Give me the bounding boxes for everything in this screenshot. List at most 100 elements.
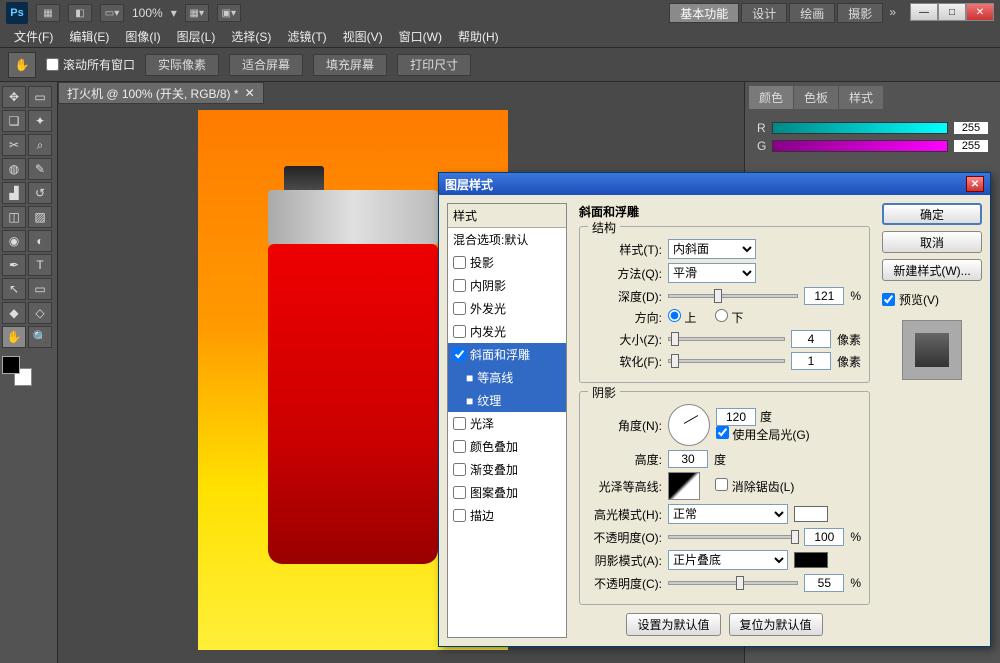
- blur-tool[interactable]: ◉: [2, 230, 26, 252]
- pen-tool[interactable]: ✒: [2, 254, 26, 276]
- menu-file[interactable]: 文件(F): [8, 26, 59, 47]
- hilite-mode-select[interactable]: 正常: [668, 504, 788, 524]
- shadow-color-swatch[interactable]: [794, 552, 828, 568]
- print-size-button[interactable]: 打印尺寸: [397, 54, 471, 76]
- dialog-close-button[interactable]: ✕: [966, 176, 984, 192]
- minibridge-icon[interactable]: ◧: [68, 4, 92, 22]
- style-row-斜面和浮雕[interactable]: 斜面和浮雕: [448, 343, 566, 366]
- marquee-tool[interactable]: ▭: [28, 86, 52, 108]
- workspace-photo[interactable]: 摄影: [837, 3, 883, 23]
- shadow-opac-slider[interactable]: [668, 581, 798, 585]
- preview-checkbox[interactable]: 预览(V): [882, 291, 982, 308]
- workspace-design[interactable]: 设计: [741, 3, 787, 23]
- angle-input[interactable]: [716, 408, 756, 426]
- dodge-tool[interactable]: ◐: [28, 230, 52, 252]
- stamp-tool[interactable]: ▟: [2, 182, 26, 204]
- menu-filter[interactable]: 滤镜(T): [281, 26, 332, 47]
- style-row-颜色叠加[interactable]: 颜色叠加: [448, 435, 566, 458]
- workspace-more-icon[interactable]: »: [885, 3, 900, 23]
- menu-help[interactable]: 帮助(H): [452, 26, 505, 47]
- fill-screen-button[interactable]: 填充屏幕: [313, 54, 387, 76]
- dir-up-radio[interactable]: 上: [668, 309, 696, 326]
- zoom-tool[interactable]: 🔍: [28, 326, 52, 348]
- brush-tool[interactable]: ✎: [28, 158, 52, 180]
- gloss-contour[interactable]: [668, 472, 700, 500]
- antialias-checkbox[interactable]: 消除锯齿(L): [715, 478, 794, 495]
- workspace-basic[interactable]: 基本功能: [669, 3, 739, 23]
- style-row-内发光[interactable]: 内发光: [448, 320, 566, 343]
- hilite-opac-input[interactable]: [804, 528, 844, 546]
- tab-close-icon[interactable]: ✕: [245, 86, 255, 100]
- tab-swatches[interactable]: 色板: [794, 86, 838, 109]
- move-tool[interactable]: ✥: [2, 86, 26, 108]
- dialog-titlebar[interactable]: 图层样式 ✕: [439, 173, 990, 195]
- ok-button[interactable]: 确定: [882, 203, 982, 225]
- view-extras-icon[interactable]: ▭▾: [100, 4, 124, 22]
- bridge-icon[interactable]: ▦: [36, 4, 60, 22]
- dir-down-radio[interactable]: 下: [715, 309, 743, 326]
- size-input[interactable]: [791, 330, 831, 348]
- style-row-纹理[interactable]: ■ 纹理: [448, 389, 566, 412]
- g-value[interactable]: 255: [954, 140, 988, 152]
- row-blend-options[interactable]: 混合选项:默认: [448, 228, 566, 251]
- style-row-外发光[interactable]: 外发光: [448, 297, 566, 320]
- eraser-tool[interactable]: ◫: [2, 206, 26, 228]
- menu-select[interactable]: 选择(S): [225, 26, 277, 47]
- history-brush-tool[interactable]: ↺: [28, 182, 52, 204]
- style-row-投影[interactable]: 投影: [448, 251, 566, 274]
- soften-slider[interactable]: [668, 359, 785, 363]
- depth-slider[interactable]: [668, 294, 798, 298]
- r-slider[interactable]: [772, 122, 948, 134]
- document-tab[interactable]: 打火机 @ 100% (开关, RGB/8) * ✕: [58, 82, 264, 104]
- gradient-tool[interactable]: ▨: [28, 206, 52, 228]
- menu-window[interactable]: 窗口(W): [393, 26, 448, 47]
- workspace-paint[interactable]: 绘画: [789, 3, 835, 23]
- minimize-button[interactable]: —: [910, 3, 938, 21]
- global-light-checkbox[interactable]: 使用全局光(G): [716, 428, 810, 442]
- new-style-button[interactable]: 新建样式(W)...: [882, 259, 982, 281]
- reset-default-button[interactable]: 复位为默认值: [729, 613, 823, 636]
- style-row-内阴影[interactable]: 内阴影: [448, 274, 566, 297]
- style-row-渐变叠加[interactable]: 渐变叠加: [448, 458, 566, 481]
- style-row-等高线[interactable]: ■ 等高线: [448, 366, 566, 389]
- eyedropper-tool[interactable]: ⌕: [28, 134, 52, 156]
- menu-view[interactable]: 视图(V): [337, 26, 389, 47]
- shape-tool[interactable]: ▭: [28, 278, 52, 300]
- close-button[interactable]: ✕: [966, 3, 994, 21]
- hand-tool[interactable]: ✋: [2, 326, 26, 348]
- tab-color[interactable]: 颜色: [749, 86, 793, 109]
- cancel-button[interactable]: 取消: [882, 231, 982, 253]
- tab-styles[interactable]: 样式: [839, 86, 883, 109]
- hilite-color-swatch[interactable]: [794, 506, 828, 522]
- color-swatch[interactable]: [2, 356, 32, 386]
- menu-image[interactable]: 图像(I): [119, 26, 166, 47]
- soften-input[interactable]: [791, 352, 831, 370]
- style-row-图案叠加[interactable]: 图案叠加: [448, 481, 566, 504]
- heal-tool[interactable]: ◍: [2, 158, 26, 180]
- size-slider[interactable]: [668, 337, 785, 341]
- make-default-button[interactable]: 设置为默认值: [626, 613, 720, 636]
- actual-pixels-button[interactable]: 实际像素: [145, 54, 219, 76]
- styles-list-header[interactable]: 样式: [448, 204, 566, 228]
- hilite-opac-slider[interactable]: [668, 535, 798, 539]
- arrange-docs-icon[interactable]: ▦▾: [185, 4, 209, 22]
- r-value[interactable]: 255: [954, 122, 988, 134]
- screen-mode-icon[interactable]: ▣▾: [217, 4, 241, 22]
- angle-control[interactable]: [668, 404, 710, 446]
- fit-screen-button[interactable]: 适合屏幕: [229, 54, 303, 76]
- style-row-光泽[interactable]: 光泽: [448, 412, 566, 435]
- altitude-input[interactable]: [668, 450, 708, 468]
- shadow-mode-select[interactable]: 正片叠底: [668, 550, 788, 570]
- g-slider[interactable]: [772, 140, 948, 152]
- menu-edit[interactable]: 编辑(E): [63, 26, 115, 47]
- menu-layer[interactable]: 图层(L): [171, 26, 222, 47]
- hand-tool-icon[interactable]: ✋: [8, 52, 36, 78]
- style-row-描边[interactable]: 描边: [448, 504, 566, 527]
- 3d-cam-tool[interactable]: ◇: [28, 302, 52, 324]
- path-tool[interactable]: ↖: [2, 278, 26, 300]
- shadow-opac-input[interactable]: [804, 574, 844, 592]
- 3d-tool[interactable]: ◆: [2, 302, 26, 324]
- technique-select[interactable]: 平滑: [668, 263, 756, 283]
- style-select[interactable]: 内斜面: [668, 239, 756, 259]
- type-tool[interactable]: T: [28, 254, 52, 276]
